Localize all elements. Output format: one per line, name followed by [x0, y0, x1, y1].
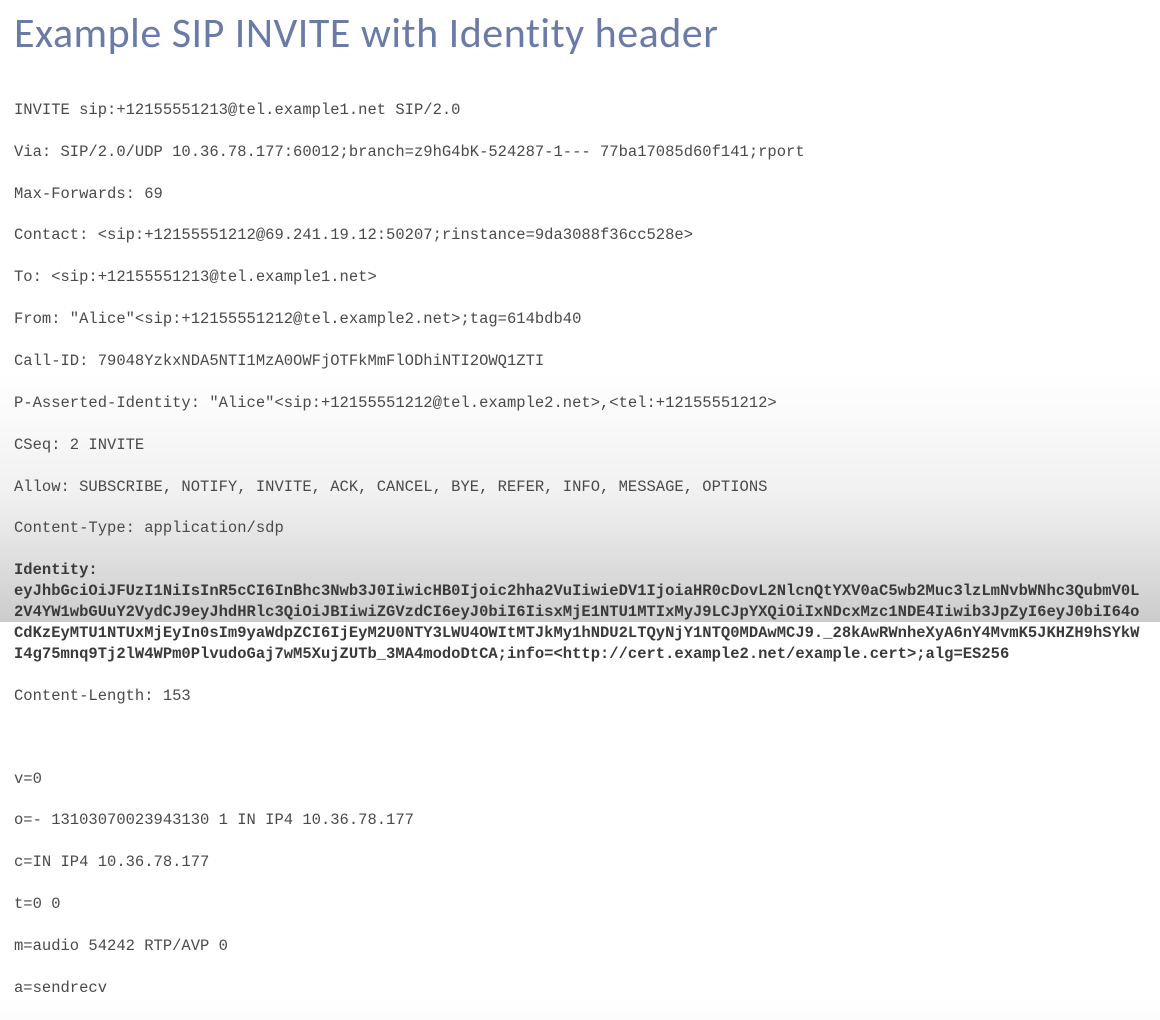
sdp-origin: o=- 13103070023943130 1 IN IP4 10.36.78.…	[14, 810, 1146, 831]
sip-identity-header: Identity: eyJhbGciOiJFUzI1NiIsInR5cCI6In…	[14, 560, 1146, 665]
sip-to-header: To: <sip:+12155551213@tel.example1.net>	[14, 267, 1146, 288]
sip-request-line: INVITE sip:+12155551213@tel.example1.net…	[14, 100, 1146, 121]
sdp-media: m=audio 54242 RTP/AVP 0	[14, 936, 1146, 957]
sip-call-id-header: Call-ID: 79048YzkxNDA5NTI1MzA0OWFjOTFkMm…	[14, 351, 1146, 372]
sip-contact-header: Contact: <sip:+12155551212@69.241.19.12:…	[14, 225, 1146, 246]
sip-p-asserted-identity-header: P-Asserted-Identity: "Alice"<sip:+121555…	[14, 393, 1146, 414]
slide-title: Example SIP INVITE with Identity header	[14, 8, 1146, 59]
sdp-version: v=0	[14, 769, 1146, 790]
sdp-attribute: a=sendrecv	[14, 978, 1146, 999]
sip-content-length-header: Content-Length: 153	[14, 686, 1146, 707]
sip-max-forwards-header: Max-Forwards: 69	[14, 184, 1146, 205]
sip-via-header: Via: SIP/2.0/UDP 10.36.78.177:60012;bran…	[14, 142, 1146, 163]
sip-content-type-header: Content-Type: application/sdp	[14, 518, 1146, 539]
sip-allow-header: Allow: SUBSCRIBE, NOTIFY, INVITE, ACK, C…	[14, 477, 1146, 498]
sip-message-block: INVITE sip:+12155551213@tel.example1.net…	[14, 79, 1146, 1020]
sdp-connection: c=IN IP4 10.36.78.177	[14, 852, 1146, 873]
sip-from-header: From: "Alice"<sip:+12155551212@tel.examp…	[14, 309, 1146, 330]
sip-cseq-header: CSeq: 2 INVITE	[14, 435, 1146, 456]
sdp-timing: t=0 0	[14, 894, 1146, 915]
